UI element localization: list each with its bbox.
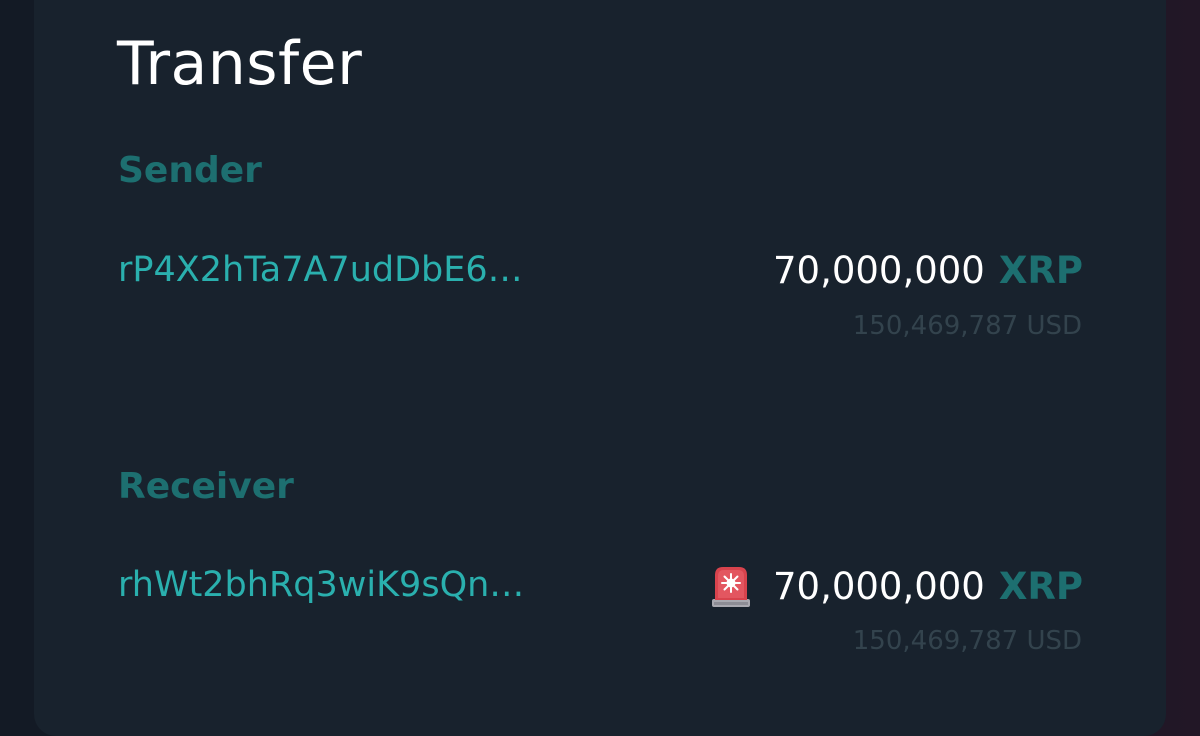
receiver-amount-unit: XRP: [998, 564, 1083, 608]
sender-amount: 70,000,000 XRP: [773, 252, 1083, 289]
receiver-amount-value: 70,000,000: [773, 564, 985, 608]
receiver-usd-value: 150,469,787 USD: [852, 626, 1082, 656]
page-title: Transfer: [117, 29, 363, 99]
receiver-label: Receiver: [118, 466, 294, 507]
sender-amount-value: 70,000,000: [773, 249, 985, 292]
sender-label: Sender: [118, 150, 262, 191]
siren-icon: [712, 567, 750, 607]
receiver-amount: 70,000,000 XRP: [709, 563, 1083, 609]
receiver-address-link[interactable]: rhWt2bhRq3wiK9sQn…: [118, 568, 524, 603]
sender-usd-value: 150,469,787 USD: [852, 311, 1082, 341]
sender-amount-unit: XRP: [998, 249, 1083, 292]
sender-address-link[interactable]: rP4X2hTa7A7udDbE6…: [118, 253, 523, 288]
